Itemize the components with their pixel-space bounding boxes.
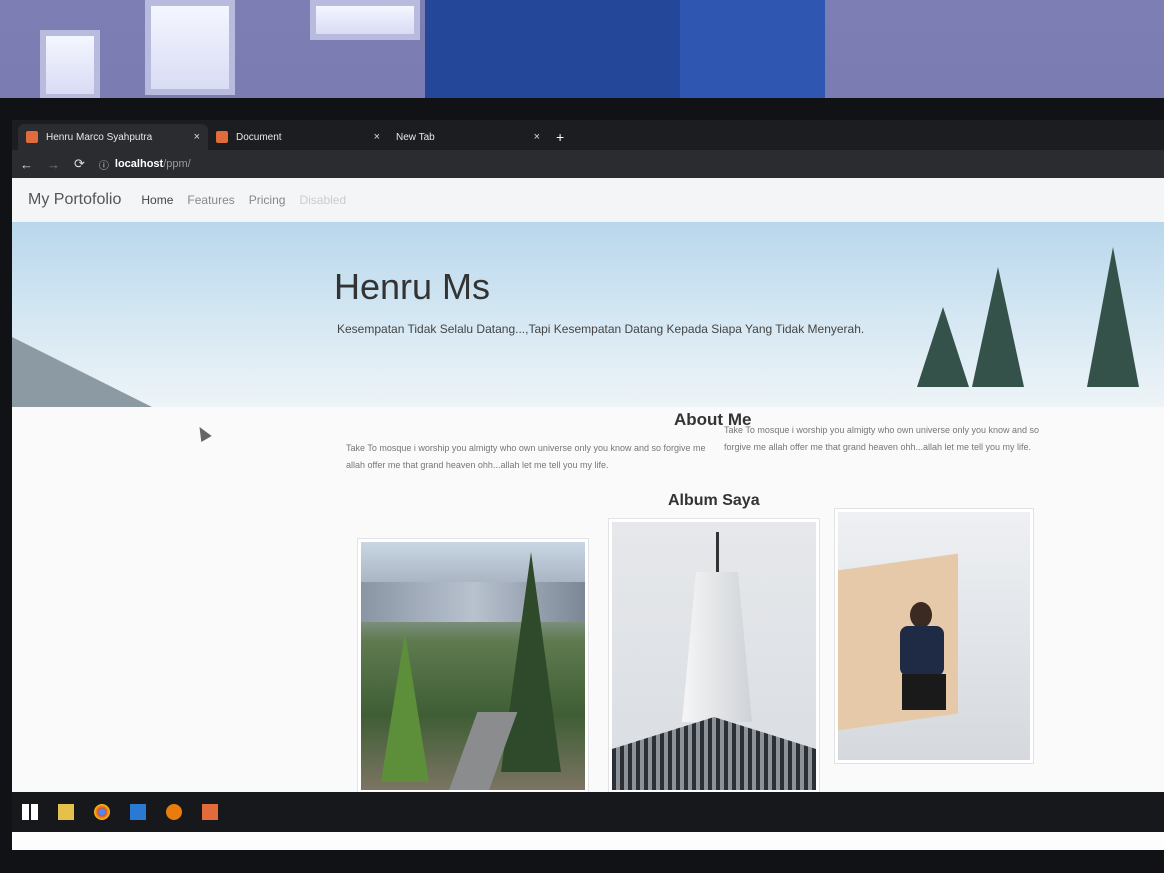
tab-label: Henru Marco Syahputra [46, 131, 153, 143]
album-card[interactable] [608, 518, 820, 794]
chrome-icon[interactable] [94, 804, 110, 820]
blue-wall-panel [680, 0, 825, 110]
tree-graphic [972, 267, 1024, 387]
monitor-screen: Henru Marco Syahputra × Document × New T… [12, 120, 1164, 850]
xampp-icon[interactable] [202, 804, 218, 820]
vscode-icon[interactable] [130, 804, 146, 820]
nav-link-disabled: Disabled [299, 193, 347, 207]
window [40, 30, 100, 100]
tower-building-photo-icon [612, 522, 816, 790]
site-favicon-icon [26, 131, 38, 143]
close-icon[interactable]: × [534, 131, 540, 143]
forest-road-photo-icon [361, 542, 585, 790]
web-page: My Portofolio Home Features Pricing Disa… [12, 178, 1164, 794]
windows-start-icon[interactable] [22, 804, 38, 820]
portrait-person-photo-icon [838, 512, 1030, 760]
back-arrow-icon[interactable]: ← [20, 157, 33, 172]
window [145, 0, 235, 95]
close-icon[interactable]: × [194, 131, 200, 143]
browser-tab-bar: Henru Marco Syahputra × Document × New T… [12, 120, 1164, 150]
mouse-cursor-icon [194, 423, 212, 443]
hero-title: Henru Ms [334, 266, 491, 307]
url-field[interactable]: ⓘ localhost/ppm/ [99, 157, 191, 172]
tree-graphic [1087, 247, 1139, 387]
site-favicon-icon [216, 131, 228, 143]
album-card[interactable] [834, 508, 1034, 764]
url-host: localhost [114, 158, 164, 170]
info-icon[interactable]: ⓘ [99, 157, 109, 172]
album-title: Album Saya [668, 492, 760, 509]
album-card[interactable] [357, 538, 589, 794]
windows-taskbar [12, 792, 1164, 832]
hero-subtitle: Kesempatan Tidak Selalu Datang...,Tapi K… [337, 322, 865, 336]
tab-label: New Tab [396, 131, 435, 143]
tree-graphic [917, 307, 969, 387]
about-text: Take To mosque i worship you almigty who… [346, 443, 706, 470]
blender-icon[interactable] [166, 804, 182, 820]
file-explorer-icon[interactable] [58, 804, 74, 820]
browser-tab[interactable]: Document × [208, 124, 388, 150]
new-tab-button[interactable]: + [548, 124, 572, 150]
reload-icon[interactable]: ⟳ [74, 156, 85, 172]
window [310, 0, 420, 40]
browser-tab[interactable]: New Tab × [388, 124, 548, 150]
navbar-brand[interactable]: My Portofolio [28, 191, 121, 209]
nav-link-pricing[interactable]: Pricing [249, 193, 286, 207]
hero-jumbotron: Henru Ms Kesempatan Tidak Selalu Datang.… [12, 222, 1164, 407]
nav-link-features[interactable]: Features [187, 193, 234, 207]
mountain-graphic [12, 337, 152, 407]
about-text: Take To mosque i worship you almigty who… [724, 425, 1039, 452]
close-icon[interactable]: × [374, 131, 380, 143]
tab-label: Document [236, 131, 282, 143]
url-path: /ppm/ [163, 158, 191, 170]
address-bar: ← → ⟳ ⓘ localhost/ppm/ [12, 150, 1164, 178]
browser-tab[interactable]: Henru Marco Syahputra × [18, 124, 208, 150]
nav-link-home[interactable]: Home [141, 193, 173, 207]
forward-arrow-icon[interactable]: → [47, 157, 60, 172]
navbar: My Portofolio Home Features Pricing Disa… [12, 178, 1164, 222]
